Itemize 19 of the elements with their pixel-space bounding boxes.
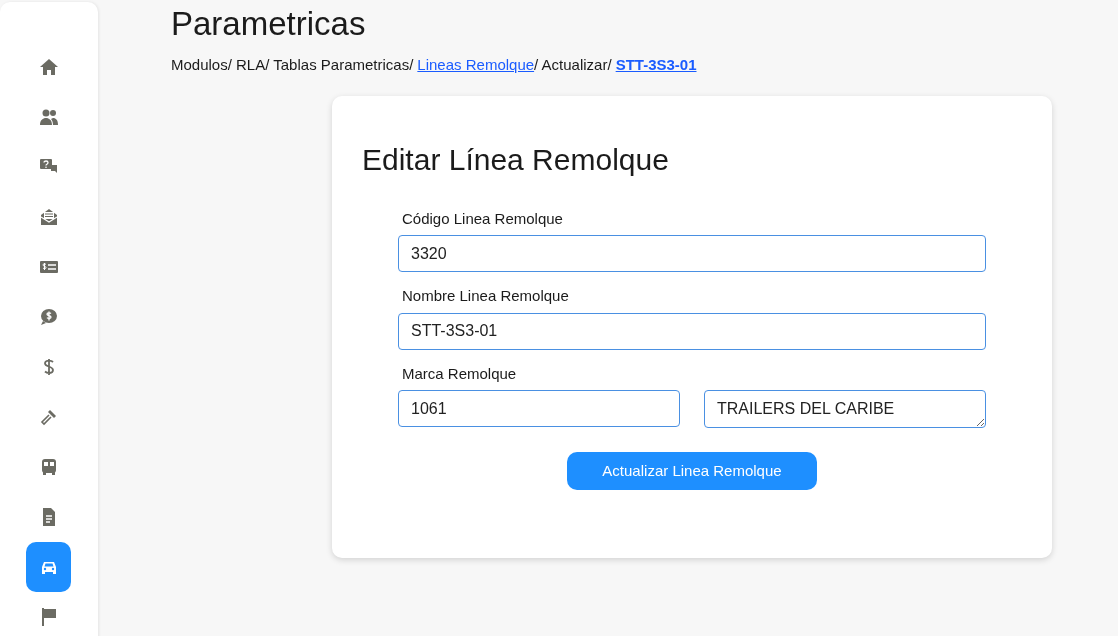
input-field[interactable]: STT-3S3-01 (398, 312, 986, 350)
breadcrumb-text: Modulos/ RLA/ Tablas Parametricas/ (171, 56, 414, 73)
field-label: Código Linea Remolque (402, 208, 564, 229)
input-field[interactable]: 3320 (398, 235, 986, 272)
input-field[interactable]: 1061 (398, 390, 680, 427)
users-icon (38, 107, 59, 127)
dollar-chat-icon (38, 307, 59, 327)
sidebar-item[interactable] (26, 542, 71, 592)
home-icon (38, 57, 59, 77)
form-title: Editar Línea Remolque (362, 141, 670, 178)
breadcrumb-link[interactable]: Lineas Remolque (417, 56, 535, 73)
field-label: Nombre Linea Remolque (402, 286, 570, 306)
field-label: Marca Remolque (402, 363, 518, 384)
breadcrumb-text: / Actualizar/ (534, 56, 612, 73)
page-title: Parametricas (171, 4, 367, 44)
breadcrumb-link[interactable]: STT-3S3-01 (615, 56, 697, 73)
envelope-icon (38, 207, 59, 227)
hammer-icon (38, 407, 59, 427)
text-area[interactable]: TRAILERS DEL CARIBE (704, 390, 986, 428)
